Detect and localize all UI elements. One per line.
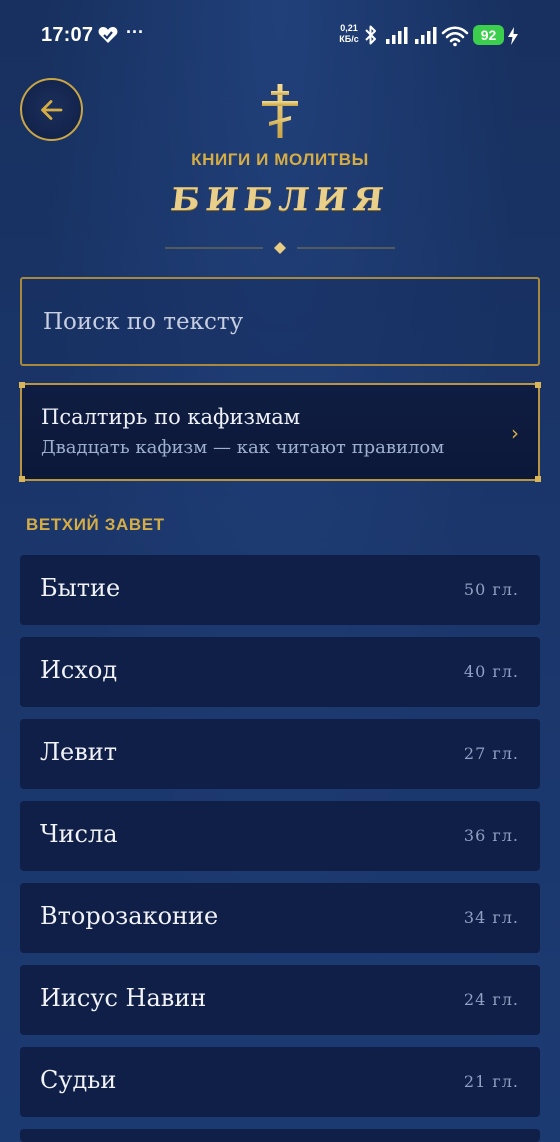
book-name: Левит: [40, 738, 118, 766]
card-corner-ornament: [19, 476, 25, 482]
book-row[interactable]: Бытие 50 гл.: [20, 555, 540, 625]
page-subtitle: КНИГИ И МОЛИТВЫ: [191, 150, 369, 169]
psalter-card-subtitle: Двадцать кафизм — как читают правилом: [41, 437, 445, 458]
page-title: БИБЛИЯ: [168, 181, 392, 219]
book-name: Числа: [40, 820, 118, 848]
signal-sim2-icon: [415, 27, 437, 44]
book-name: Второзаконие: [40, 902, 219, 930]
psalter-card-title: Псалтирь по кафизмам: [41, 405, 301, 429]
card-corner-ornament: [19, 382, 25, 388]
network-speed: 0,21 КБ/с: [337, 23, 361, 45]
book-chapter-count: 50 гл.: [463, 580, 519, 599]
ornament-divider: [165, 242, 395, 254]
book-chapter-count: 24 гл.: [463, 990, 519, 1009]
book-row[interactable]: Судьи 21 гл.: [20, 1047, 540, 1117]
psalter-kathisma-card[interactable]: Псалтирь по кафизмам Двадцать кафизм — к…: [19, 382, 541, 482]
book-name: Исход: [40, 656, 118, 684]
wifi-icon: [441, 26, 469, 47]
search-input[interactable]: [22, 279, 538, 364]
book-row[interactable]: Иисус Навин 24 гл.: [20, 965, 540, 1035]
card-corner-ornament: [535, 476, 541, 482]
book-name: Иисус Навин: [40, 984, 207, 1012]
book-row[interactable]: [20, 1129, 540, 1142]
book-name: Бытие: [40, 574, 121, 602]
heart-check-icon: [98, 27, 118, 43]
book-chapter-count: 27 гл.: [463, 744, 519, 763]
orthodox-cross-icon: [262, 84, 298, 138]
book-chapter-count: 36 гл.: [463, 826, 519, 845]
status-bar: 17:07 ··· 0,21 КБ/с 92: [0, 0, 560, 70]
battery-indicator: 92: [473, 25, 504, 45]
book-row[interactable]: Исход 40 гл.: [20, 637, 540, 707]
book-row[interactable]: Левит 27 гл.: [20, 719, 540, 789]
network-speed-unit: КБ/с: [339, 34, 359, 44]
arrow-left-icon: [41, 100, 63, 120]
bluetooth-icon: [365, 25, 376, 45]
search-box[interactable]: [20, 277, 540, 366]
charging-icon: [508, 27, 518, 45]
signal-sim1-icon: [386, 27, 408, 44]
book-chapter-count: 21 гл.: [463, 1072, 519, 1091]
book-chapter-count: 34 гл.: [463, 908, 519, 927]
section-heading-old-testament: ВЕТХИЙ ЗАВЕТ: [26, 515, 165, 534]
book-name: Судьи: [40, 1066, 117, 1094]
back-button[interactable]: [20, 78, 83, 141]
status-time: 17:07: [41, 24, 94, 46]
book-row[interactable]: Второзаконие 34 гл.: [20, 883, 540, 953]
book-row[interactable]: Числа 36 гл.: [20, 801, 540, 871]
network-speed-value: 0,21: [340, 23, 358, 33]
book-chapter-count: 40 гл.: [463, 662, 519, 681]
chevron-right-icon: ›: [511, 421, 519, 445]
card-corner-ornament: [535, 382, 541, 388]
more-notifications-icon: ···: [126, 22, 144, 42]
